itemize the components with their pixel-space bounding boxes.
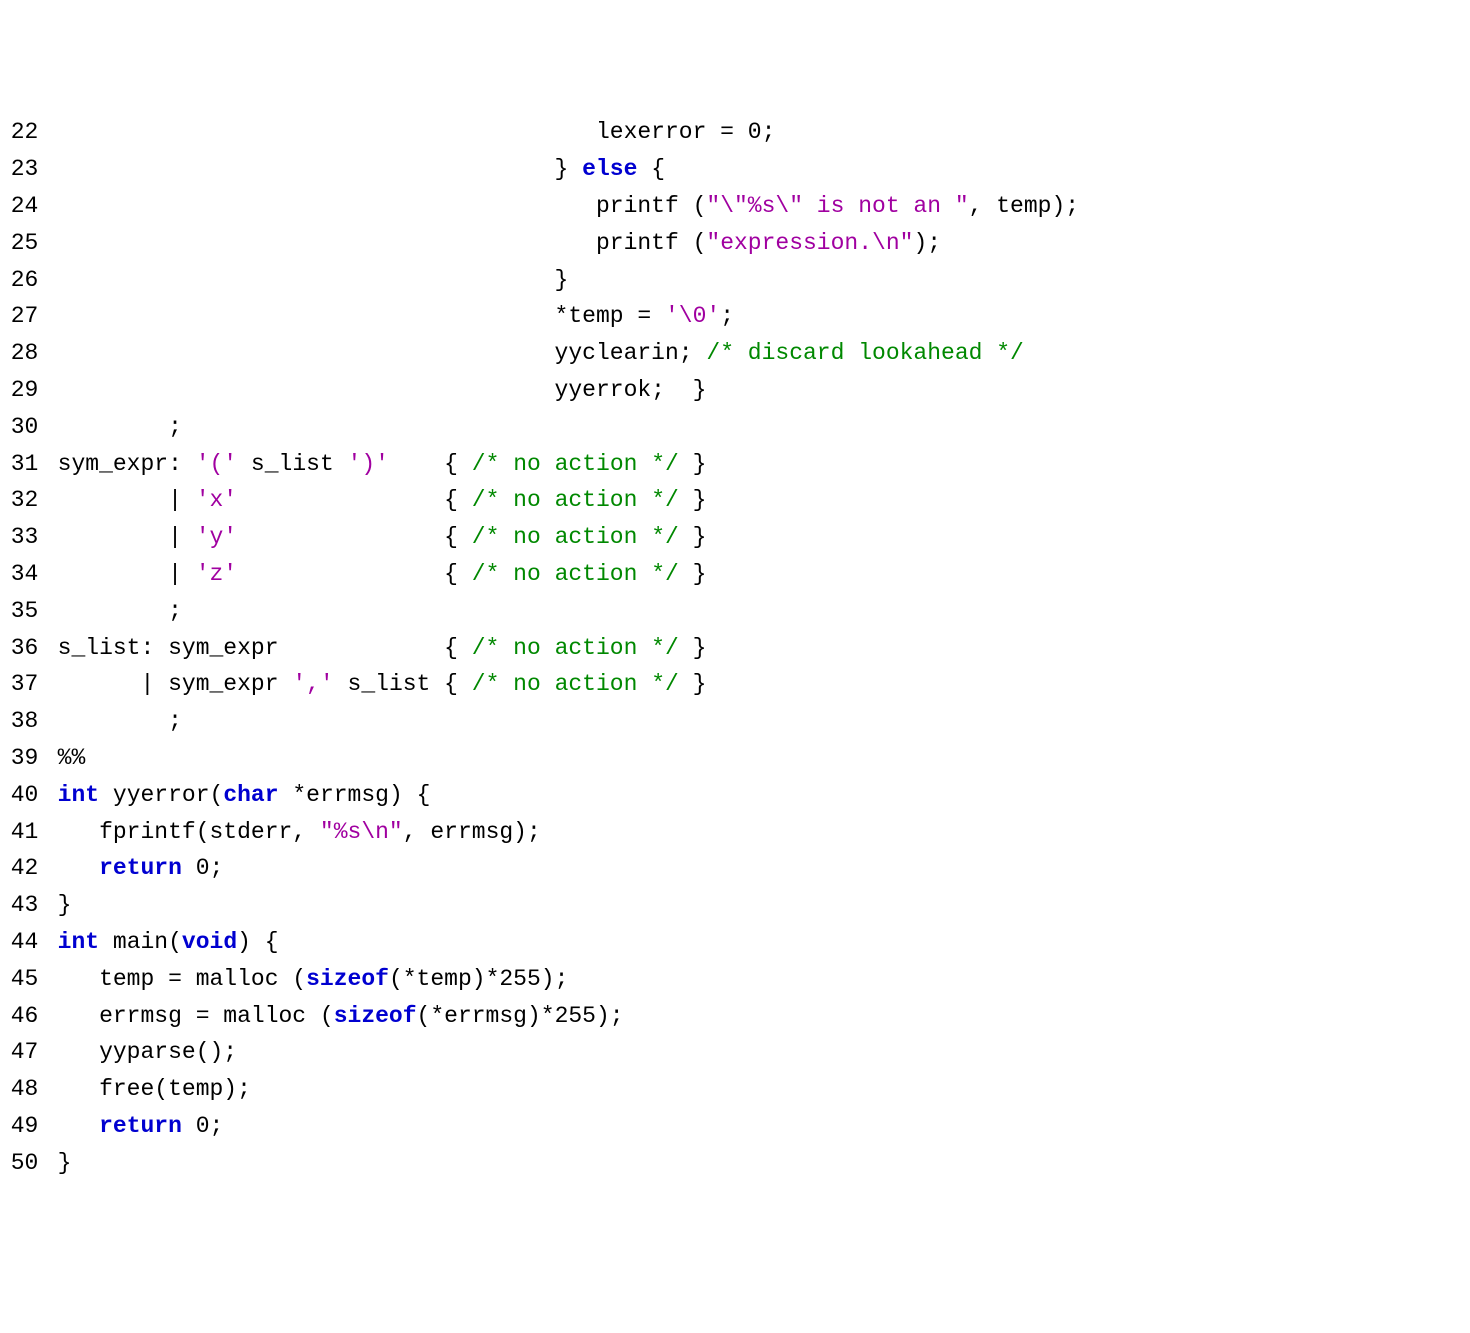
code-content: } else { xyxy=(58,151,665,188)
line-number: 38 xyxy=(8,703,38,740)
code-content: return 0; xyxy=(58,1108,224,1145)
line-number: 39 xyxy=(8,740,38,777)
code-line: 35 ; xyxy=(8,593,1462,630)
code-content: s_list: sym_expr { /* no action */ } xyxy=(58,630,707,667)
code-content: } xyxy=(58,262,569,299)
code-content: | sym_expr ',' s_list { /* no action */ … xyxy=(58,666,707,703)
code-line: 37 | sym_expr ',' s_list { /* no action … xyxy=(8,666,1462,703)
code-line: 28 yyclearin; /* discard lookahead */ xyxy=(8,335,1462,372)
line-number: 27 xyxy=(8,298,38,335)
code-line: 48 free(temp); xyxy=(8,1071,1462,1108)
code-line: 38 ; xyxy=(8,703,1462,740)
code-content: ; xyxy=(58,593,182,630)
code-line: 39%% xyxy=(8,740,1462,777)
code-content: printf ("\"%s\" is not an ", temp); xyxy=(58,188,1079,225)
code-line: 22 lexerror = 0; xyxy=(8,114,1462,151)
line-number: 48 xyxy=(8,1071,38,1108)
line-number: 44 xyxy=(8,924,38,961)
code-content: sym_expr: '(' s_list ')' { /* no action … xyxy=(58,446,707,483)
code-line: 45 temp = malloc (sizeof(*temp)*255); xyxy=(8,961,1462,998)
line-number: 24 xyxy=(8,188,38,225)
code-content: } xyxy=(58,1145,72,1182)
line-number: 40 xyxy=(8,777,38,814)
line-number: 41 xyxy=(8,814,38,851)
code-line: 25 printf ("expression.\n"); xyxy=(8,225,1462,262)
code-line: 32 | 'x' { /* no action */ } xyxy=(8,482,1462,519)
code-line: 23 } else { xyxy=(8,151,1462,188)
code-content: printf ("expression.\n"); xyxy=(58,225,941,262)
code-line: 43} xyxy=(8,887,1462,924)
line-number: 47 xyxy=(8,1034,38,1071)
line-number: 28 xyxy=(8,335,38,372)
code-line: 31 sym_expr: '(' s_list ')' { /* no actio… xyxy=(8,446,1462,483)
code-content: | 'z' { /* no action */ } xyxy=(58,556,707,593)
line-number: 25 xyxy=(8,225,38,262)
code-content: lexerror = 0; xyxy=(58,114,776,151)
code-line: 29 yyerrok; } xyxy=(8,372,1462,409)
line-number: 50 xyxy=(8,1145,38,1182)
code-line: 40 int yyerror(char *errmsg) { xyxy=(8,777,1462,814)
code-content: int yyerror(char *errmsg) { xyxy=(58,777,431,814)
code-content: int main(void) { xyxy=(58,924,279,961)
line-number: 34 xyxy=(8,556,38,593)
line-number: 31 xyxy=(8,446,38,483)
code-content: yyclearin; /* discard lookahead */ xyxy=(58,335,1024,372)
code-content: errmsg = malloc (sizeof(*errmsg)*255); xyxy=(58,998,624,1035)
code-content: *temp = '\0'; xyxy=(58,298,734,335)
code-line: 30 ; xyxy=(8,409,1462,446)
code-content: fprintf(stderr, "%s\n", errmsg); xyxy=(58,814,541,851)
code-content: ; xyxy=(58,409,182,446)
code-line: 49 return 0; xyxy=(8,1108,1462,1145)
line-number: 37 xyxy=(8,666,38,703)
code-content: ; xyxy=(58,703,182,740)
code-content: yyparse(); xyxy=(58,1034,237,1071)
line-number: 33 xyxy=(8,519,38,556)
line-number: 30 xyxy=(8,409,38,446)
line-number: 42 xyxy=(8,850,38,887)
code-content: | 'y' { /* no action */ } xyxy=(58,519,707,556)
code-line: 34 | 'z' { /* no action */ } xyxy=(8,556,1462,593)
line-number: 45 xyxy=(8,961,38,998)
code-content: return 0; xyxy=(58,850,224,887)
line-number: 36 xyxy=(8,630,38,667)
code-listing: 22 lexerror = 0;23 } else {24 printf ("\… xyxy=(8,114,1462,1181)
code-line: 41 fprintf(stderr, "%s\n", errmsg); xyxy=(8,814,1462,851)
code-line: 36 s_list: sym_expr { /* no action */ } xyxy=(8,630,1462,667)
line-number: 46 xyxy=(8,998,38,1035)
code-line: 42 return 0; xyxy=(8,850,1462,887)
code-line: 27 *temp = '\0'; xyxy=(8,298,1462,335)
line-number: 35 xyxy=(8,593,38,630)
code-line: 47 yyparse(); xyxy=(8,1034,1462,1071)
code-content: %% xyxy=(58,740,86,777)
code-line: 44 int main(void) { xyxy=(8,924,1462,961)
line-number: 26 xyxy=(8,262,38,299)
line-number: 22 xyxy=(8,114,38,151)
code-line: 50} xyxy=(8,1145,1462,1182)
line-number: 49 xyxy=(8,1108,38,1145)
line-number: 29 xyxy=(8,372,38,409)
code-content: temp = malloc (sizeof(*temp)*255); xyxy=(58,961,569,998)
code-line: 33 | 'y' { /* no action */ } xyxy=(8,519,1462,556)
code-line: 26 } xyxy=(8,262,1462,299)
code-content: } xyxy=(58,887,72,924)
code-line: 46 errmsg = malloc (sizeof(*errmsg)*255)… xyxy=(8,998,1462,1035)
code-content: free(temp); xyxy=(58,1071,251,1108)
code-content: | 'x' { /* no action */ } xyxy=(58,482,707,519)
code-line: 24 printf ("\"%s\" is not an ", temp); xyxy=(8,188,1462,225)
line-number: 43 xyxy=(8,887,38,924)
code-content: yyerrok; } xyxy=(58,372,707,409)
line-number: 32 xyxy=(8,482,38,519)
line-number: 23 xyxy=(8,151,38,188)
